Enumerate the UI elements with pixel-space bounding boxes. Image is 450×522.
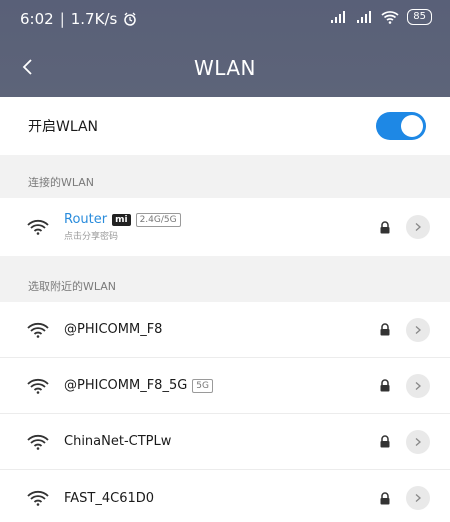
lock-icon [380, 220, 390, 233]
band-badge: 2.4G/5G [135, 212, 181, 227]
nearby-section-label: 选取附近的WLAN [28, 280, 117, 293]
connected-section-label: 连接的WLAN [28, 176, 95, 189]
network-text: @PHICOMM_F8 [64, 322, 162, 337]
nearby-network-row[interactable]: @PHICOMM_F8 [0, 302, 450, 358]
chevron-right-icon [415, 223, 421, 231]
wifi-icon [27, 322, 49, 338]
network-name: Router [64, 212, 108, 227]
wlan-toggle-switch[interactable] [376, 112, 426, 140]
lock-icon [380, 435, 390, 448]
battery-indicator: 85 [407, 9, 432, 25]
chevron-right-icon [415, 381, 421, 390]
wifi-status-icon [381, 11, 399, 24]
network-detail-button[interactable] [406, 317, 430, 342]
title-bar: WLAN [0, 50, 450, 90]
network-name: @PHICOMM_F8 [64, 322, 162, 337]
network-name-label: @PHICOMM_F8_5G [64, 378, 188, 393]
chevron-right-icon [415, 494, 421, 502]
lock-icon [380, 491, 390, 504]
wifi-icon [27, 378, 49, 394]
alarm-icon [124, 12, 137, 26]
band-badge: 5G [192, 378, 213, 393]
status-separator: | [59, 10, 65, 28]
page-title: WLAN [193, 56, 257, 80]
network-text: ChinaNet-CTPLw [64, 434, 171, 449]
network-text: @PHICOMM_F8_5G 5G [64, 378, 213, 393]
network-name-label: @PHICOMM_F8 [64, 322, 163, 337]
chevron-right-icon [415, 325, 421, 334]
nearby-network-row[interactable]: ChinaNet-CTPLw [0, 414, 450, 470]
nearby-list: @PHICOMM_F8 @PHICOMM_F8_5G 5G ChinaNet-CT… [0, 302, 450, 522]
status-time: 6:02 [20, 10, 54, 28]
wlan-toggle-row[interactable]: 开启WLAN [0, 97, 450, 155]
signal-icon [357, 11, 372, 23]
connected-network-row[interactable]: Router mi 2.4G/5G 点击分享密码 [0, 198, 450, 256]
connected-network-text: Router mi 2.4G/5G 点击分享密码 [64, 212, 181, 242]
network-name: ChinaNet-CTPLw [64, 434, 171, 449]
connected-network-name: Router mi 2.4G/5G [64, 212, 181, 227]
header: 6:02 | 1.7K/s 85 WLAN [0, 0, 450, 97]
status-left: 6:02 | 1.7K/s [20, 10, 137, 28]
network-speed: 1.7K/s [70, 10, 118, 28]
chevron-right-icon [415, 437, 421, 446]
wlan-toggle-label: 开启WLAN [28, 119, 99, 135]
status-bar: 6:02 | 1.7K/s 85 [0, 0, 450, 38]
share-password-hint[interactable]: 点击分享密码 [64, 229, 181, 242]
lock-icon [380, 323, 390, 336]
status-right: 85 [329, 9, 432, 25]
mi-logo-badge: mi [112, 213, 131, 226]
network-name: FAST_4C61D0 [64, 491, 154, 506]
wifi-icon [27, 434, 49, 450]
network-detail-button[interactable] [406, 429, 430, 454]
network-detail-button[interactable] [406, 215, 430, 239]
nearby-network-row[interactable]: FAST_4C61D0 [0, 470, 450, 522]
network-name: @PHICOMM_F8_5G 5G [64, 378, 213, 393]
wifi-icon [27, 219, 49, 235]
network-text: FAST_4C61D0 [64, 491, 154, 506]
network-name-label: ChinaNet-CTPLw [64, 434, 172, 449]
signal-icon [331, 11, 346, 23]
connected-list: Router mi 2.4G/5G 点击分享密码 [0, 198, 450, 256]
network-name-label: FAST_4C61D0 [64, 490, 155, 506]
toggle-knob [401, 115, 423, 137]
network-detail-button[interactable] [406, 486, 430, 510]
nearby-network-row[interactable]: @PHICOMM_F8_5G 5G [0, 358, 450, 414]
network-detail-button[interactable] [406, 373, 430, 398]
lock-icon [380, 379, 390, 392]
wifi-icon [27, 490, 49, 506]
